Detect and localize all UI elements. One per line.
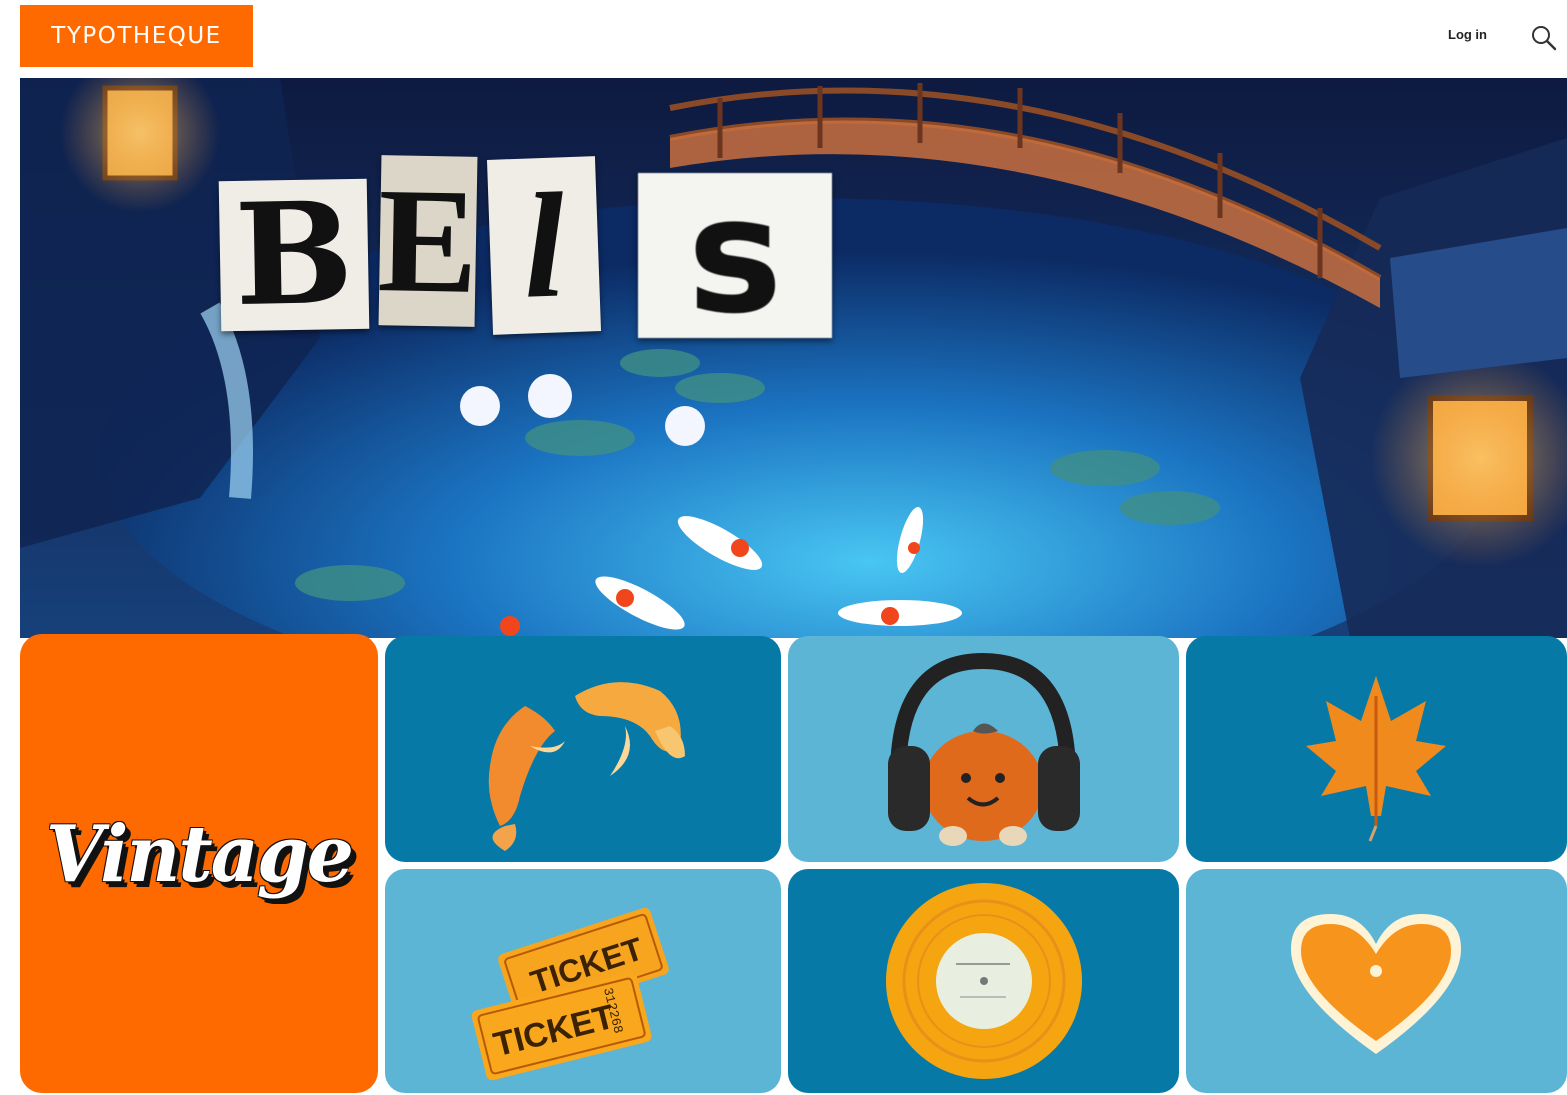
headphones-card[interactable] (788, 636, 1179, 862)
bels-title: B E l s (218, 118, 840, 388)
title-letter-tile: l (486, 156, 602, 335)
hero-banner[interactable]: B E l s (20, 78, 1567, 638)
maple-leaf-card[interactable] (1186, 636, 1567, 862)
orange-heart-card[interactable] (1186, 869, 1567, 1093)
tickets-icon: TICKET TICKET 312268 (471, 907, 669, 1081)
title-letter-tile: s (638, 162, 832, 349)
koi-fish-card[interactable] (385, 636, 781, 862)
vintage-card[interactable]: Vintage (20, 634, 378, 1093)
login-link[interactable]: Log in (1448, 27, 1487, 42)
title-letter-tile: E (376, 155, 480, 327)
vintage-label: Vintage (45, 809, 354, 900)
search-icon[interactable] (1530, 24, 1558, 52)
orange-heart-icon (1291, 914, 1461, 1054)
title-letter-tile: B (218, 172, 370, 338)
vinyl-record-icon (886, 883, 1082, 1079)
koi-fish-icon (488, 682, 685, 851)
feature-grid: Vintage TICKET TICKET 312268 (20, 634, 1567, 1095)
typotheque-logo[interactable]: TYPOTHEQUE (20, 5, 253, 67)
headphones-icon (888, 652, 1080, 846)
top-bar: TYPOTHEQUE Log in (0, 0, 1567, 78)
vinyl-record-card[interactable] (788, 869, 1179, 1093)
tickets-card[interactable]: TICKET TICKET 312268 (385, 869, 781, 1093)
maple-leaf-icon (1306, 676, 1446, 842)
